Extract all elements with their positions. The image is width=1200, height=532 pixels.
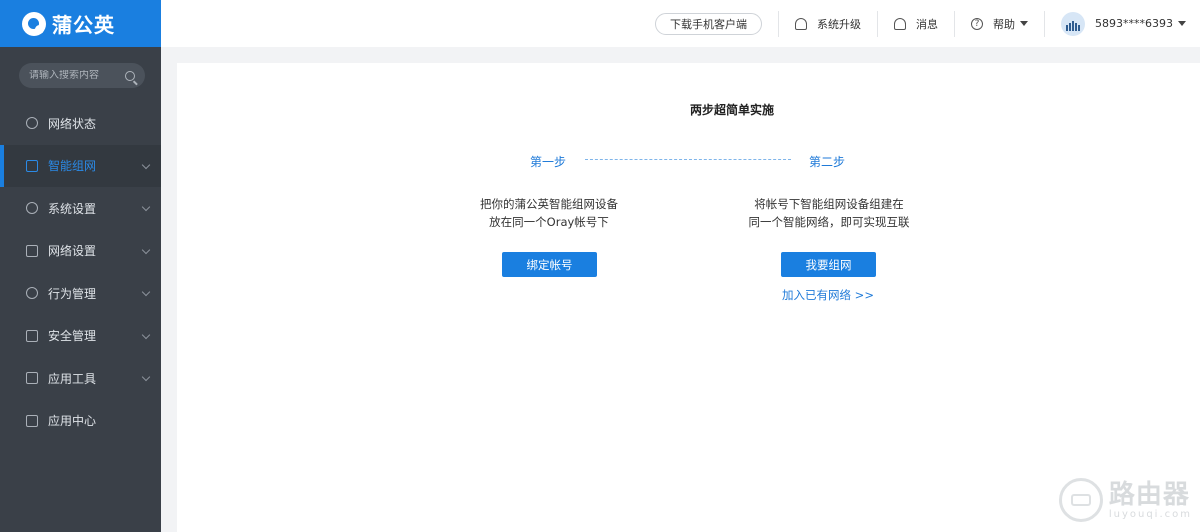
sidebar-item-system-settings[interactable]: 系统设置	[0, 187, 161, 230]
chevron-down-icon	[141, 330, 151, 339]
chevron-down-icon	[141, 245, 151, 254]
app-center-icon	[26, 414, 38, 427]
account-menu[interactable]: 5893****6393	[1045, 11, 1186, 36]
messages-button[interactable]: 消息	[878, 16, 954, 32]
step1-description: 把你的蒲公英智能组网设备 放在同一个Oray帐号下	[449, 195, 649, 231]
chevron-down-icon	[141, 287, 151, 297]
system-upgrade-button[interactable]: 系统升级	[779, 16, 877, 32]
sidebar-item-label: 应用中心	[48, 414, 97, 429]
behavior-management-icon	[26, 287, 38, 300]
watermark: 路由器 luyouqi.com	[1058, 478, 1192, 522]
system-settings-icon	[26, 202, 38, 215]
sidebar-item-network-status[interactable]: 网络状态	[0, 102, 161, 145]
security-icon	[26, 329, 38, 342]
search-icon[interactable]	[125, 70, 135, 81]
sidebar-item-app-tools[interactable]: 应用工具	[0, 357, 161, 400]
sidebar-item-label: 系统设置	[48, 201, 97, 216]
sidebar-item-security[interactable]: 安全管理	[0, 315, 161, 358]
step1-desc-line2: 放在同一个Oray帐号下	[489, 215, 609, 229]
sidebar-item-label: 网络状态	[48, 116, 97, 131]
step2-desc-line2: 同一个智能网络，即可实现互联	[748, 215, 910, 229]
logo-text: 蒲公英	[52, 13, 115, 37]
logo[interactable]: 蒲公英	[0, 0, 161, 47]
join-existing-network-link[interactable]: 加入已有网络 >>	[768, 287, 888, 303]
top-header: 下载手机客户端 系统升级 消息 ? 帮助 5893****6393	[161, 0, 1200, 47]
chevron-down-icon	[141, 160, 151, 169]
sidebar-menu: 网络状态 智能组网 系统设置 网络设置 行为管理 安全管理 应用工具 应用中心	[0, 102, 161, 442]
step2-desc-line1: 将帐号下智能组网设备组建在	[754, 197, 904, 211]
help-menu[interactable]: ? 帮助	[955, 16, 1044, 32]
avatar	[1061, 11, 1085, 36]
account-name: 5893****6393	[1095, 17, 1173, 30]
bind-account-button[interactable]: 绑定帐号	[502, 252, 597, 277]
system-upgrade-label: 系统升级	[817, 17, 861, 31]
watermark-title: 路由器	[1108, 479, 1190, 510]
sidebar-search	[19, 63, 145, 88]
sidebar-item-label: 智能组网	[48, 159, 97, 174]
network-settings-icon	[26, 244, 38, 257]
messages-label: 消息	[916, 17, 938, 31]
search-input[interactable]	[29, 70, 125, 81]
upgrade-bell-icon	[795, 17, 807, 30]
network-status-icon	[26, 117, 38, 130]
sidebar-item-label: 行为管理	[48, 286, 97, 301]
main-panel: 两步超简单实施 第一步 第二步 把你的蒲公英智能组网设备 放在同一个Oray帐号…	[177, 63, 1200, 532]
sidebar-item-label: 网络设置	[48, 244, 97, 259]
caret-down-icon	[1178, 21, 1186, 26]
smart-network-icon	[26, 159, 38, 172]
sidebar-item-label: 安全管理	[48, 329, 97, 344]
sidebar: 蒲公英 网络状态 智能组网 系统设置 网络设置 行为管理	[0, 0, 161, 532]
sidebar-item-label: 应用工具	[48, 371, 97, 386]
step2-description: 将帐号下智能组网设备组建在 同一个智能网络，即可实现互联	[729, 195, 929, 231]
router-logo-icon	[1058, 478, 1103, 522]
page-title: 两步超简单实施	[689, 103, 774, 117]
step-connector	[585, 159, 791, 160]
sidebar-item-network-settings[interactable]: 网络设置	[0, 230, 161, 273]
chevron-down-icon	[141, 372, 151, 382]
step1-label: 第一步	[530, 155, 567, 169]
bell-icon	[894, 17, 906, 30]
help-icon: ?	[971, 17, 983, 30]
help-label: 帮助	[993, 17, 1015, 31]
step1-desc-line1: 把你的蒲公英智能组网设备	[480, 197, 618, 211]
sidebar-item-app-center[interactable]: 应用中心	[0, 400, 161, 443]
sidebar-item-behavior-management[interactable]: 行为管理	[0, 272, 161, 315]
create-network-button[interactable]: 我要组网	[781, 252, 876, 277]
caret-down-icon	[1020, 21, 1028, 26]
download-client-button[interactable]: 下载手机客户端	[655, 12, 762, 35]
chevron-down-icon	[141, 202, 151, 212]
dandelion-logo-icon	[22, 11, 46, 36]
toolbox-icon	[26, 372, 38, 385]
sidebar-item-smart-network[interactable]: 智能组网	[0, 144, 161, 187]
step2-label: 第二步	[809, 155, 846, 169]
watermark-subtitle: luyouqi.com	[1108, 508, 1192, 520]
